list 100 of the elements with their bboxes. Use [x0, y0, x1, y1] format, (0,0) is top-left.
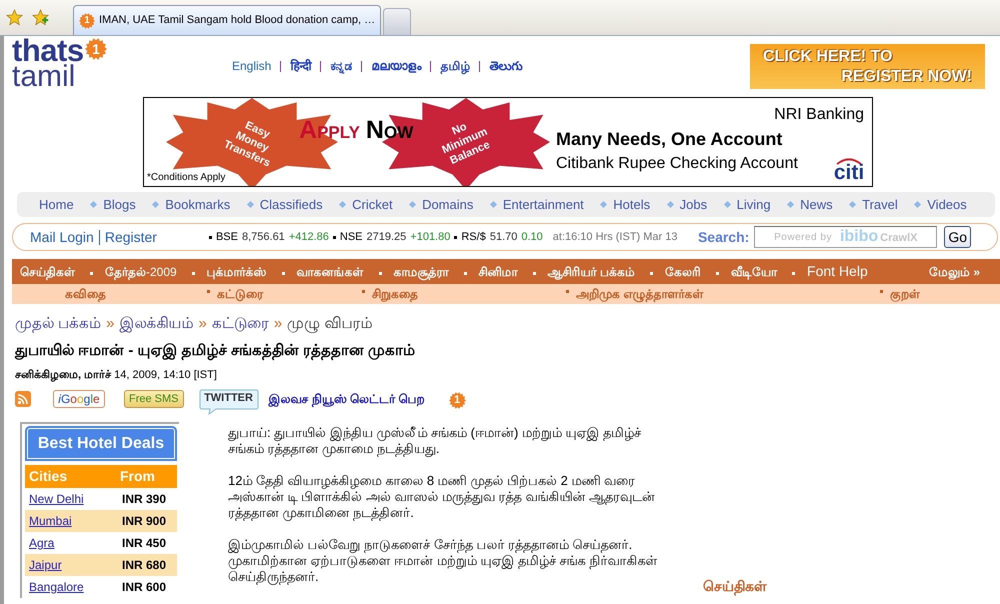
sub-nav-link[interactable]: அறிமுக எழுத்தாளர்கள் — [576, 285, 704, 303]
city-link[interactable]: Bangalore — [29, 578, 122, 596]
city-link[interactable]: Agra — [29, 534, 122, 552]
add-bookmark-icon[interactable] — [32, 9, 49, 26]
mail-login-link[interactable]: Mail Login — [30, 226, 94, 248]
ticker-time: at:16:10 Hrs (IST) Mar 13 — [552, 230, 678, 245]
bullet-icon — [464, 272, 467, 275]
diamond-bullet-icon — [600, 200, 608, 208]
section-link[interactable]: தேர்தல்-2009 — [105, 262, 177, 280]
bullet-icon — [454, 236, 458, 238]
ticker-change: +101.80 — [410, 230, 450, 245]
crawlx-logo: CrawlX — [880, 233, 918, 244]
nav-link[interactable]: Hotels — [613, 194, 650, 214]
ticker-label: NSE — [340, 230, 363, 245]
bullet-icon — [566, 290, 569, 293]
breadcrumb-separator: » — [198, 315, 207, 333]
nav-link[interactable]: Entertainment — [502, 194, 584, 214]
rss-icon[interactable] — [15, 391, 31, 407]
twitter-button[interactable]: TWITTER — [198, 389, 259, 415]
nav-link[interactable]: Living — [736, 194, 771, 214]
bullet-icon — [207, 290, 210, 293]
language-link[interactable]: తెలుగు — [489, 57, 522, 75]
free-sms-button[interactable]: Free SMS — [124, 390, 184, 408]
diamond-bullet-icon — [152, 200, 160, 208]
diamond-bullet-icon — [849, 200, 856, 208]
igoogle-button[interactable]: iGoogle — [53, 390, 105, 408]
breadcrumb-current: முழு விபரம் — [287, 315, 372, 333]
number-badge: 1 — [448, 392, 466, 409]
logo-text[interactable]: tamil — [12, 64, 76, 90]
section-link[interactable]: செய்திகள் — [20, 262, 75, 280]
nav-link[interactable]: Blogs — [103, 194, 136, 214]
more-link[interactable]: மேலும் » — [928, 262, 980, 280]
browser-tab[interactable] — [383, 8, 412, 35]
price-cell-text: INR 390 — [122, 491, 166, 508]
ticker-value: 51.70 — [490, 230, 518, 245]
diamond-bullet-icon — [914, 200, 922, 208]
logo-badge: 1 — [85, 38, 107, 60]
breadcrumb-separator: » — [106, 315, 115, 333]
register-link[interactable]: Register — [104, 226, 157, 248]
nav-link[interactable]: Domains — [422, 194, 474, 214]
sub-nav-link[interactable]: குறள் — [890, 285, 920, 303]
city-link[interactable]: New Delhi — [29, 490, 122, 508]
bookmark-star-icon[interactable] — [6, 9, 23, 26]
search-hint: Powered by — [774, 230, 832, 244]
diamond-bullet-icon — [666, 200, 674, 208]
breadcrumb-separator: » — [274, 315, 282, 333]
nav-link[interactable]: Bookmarks — [165, 194, 230, 214]
bullet-icon — [192, 272, 195, 275]
bullet-icon — [282, 272, 285, 275]
article-title: துபாயில் ஈமான் - யுஏஇ தமிழ்ச் சங்கத்தின் ரத்ததான முகாம் — [15, 341, 416, 360]
language-link[interactable]: ಕನ್ನಡ — [330, 57, 352, 75]
sub-nav-link[interactable]: சிறுகதை — [372, 285, 418, 303]
column-header: From — [120, 467, 155, 486]
go-button[interactable]: Go — [944, 226, 971, 248]
language-link[interactable]: മലയാളം — [371, 57, 422, 75]
nav-link[interactable]: Cricket — [352, 194, 393, 214]
section-link[interactable]: வீடியோ — [731, 262, 778, 280]
city-link[interactable]: Mumbai — [29, 512, 122, 530]
ticker-value: 8,756.61 — [242, 230, 285, 245]
bullet-icon — [90, 272, 93, 275]
newsletter-link[interactable]: இலவச நியூஸ் லெட்டர் பெற — [268, 390, 425, 408]
sub-nav-link[interactable]: கவிதை — [65, 285, 106, 303]
section-link[interactable]: கேலரி — [665, 262, 702, 280]
language-link[interactable]: English — [232, 57, 272, 75]
diamond-bullet-icon — [409, 200, 416, 208]
ad-subline: Citibank Rupee Checking Account — [556, 154, 798, 174]
bullet-icon — [362, 290, 365, 293]
nav-link[interactable]: News — [800, 194, 833, 214]
bullet-icon — [880, 290, 883, 293]
bullet-icon — [650, 272, 654, 275]
nav-link[interactable]: Travel — [862, 194, 898, 214]
breadcrumb-link[interactable]: கட்டுரை — [212, 315, 269, 333]
nav-link[interactable]: Classifieds — [260, 194, 323, 214]
section-link[interactable]: காமசூத்ரா — [394, 262, 449, 280]
ticker-change: 0.10 — [521, 230, 543, 245]
section-link[interactable]: சினிமா — [478, 262, 518, 280]
ticker-label: RS/$ — [461, 230, 486, 245]
section-link[interactable]: ஆசிரியர் பக்கம் — [548, 262, 636, 280]
price-cell-text: INR 600 — [122, 579, 166, 596]
breadcrumb-link[interactable]: இலக்கியம் — [120, 315, 194, 333]
logo-text[interactable]: thats — [12, 38, 84, 64]
ad-headline: Many Needs, One Account — [556, 128, 782, 151]
sub-nav-link[interactable]: கட்டுரை — [217, 285, 263, 303]
nav-link[interactable]: Jobs — [680, 194, 708, 214]
price-cell-text: INR 900 — [122, 513, 166, 530]
article-paragraph: துபாய்: துபாயில் இந்திய முஸ்லீ்ம் சங்கம் (ஈமான்) மற்றும் யுஏஇ தமிழ்ச் சங்கம் ரத்ததான முகாமை நடத்தியது. — [228, 425, 642, 457]
nav-link[interactable]: Home — [39, 194, 74, 214]
breadcrumb-link[interactable]: முதல் பக்கம் — [15, 315, 102, 333]
language-link[interactable]: हिन्दी — [290, 57, 312, 75]
language-link[interactable]: தமிழ் — [440, 57, 470, 75]
city-link[interactable]: Jaipur — [29, 556, 122, 574]
bullet-icon — [532, 272, 536, 275]
diamond-bullet-icon — [90, 200, 98, 208]
section-heading: செய்திகள் — [703, 577, 767, 597]
section-link[interactable]: Font Help — [807, 261, 868, 282]
ticker-value: 2719.25 — [366, 230, 406, 245]
browser-tab[interactable]: 1 IMAN, UAE Tamil Sangam hold Blood donation camp, … — [73, 5, 382, 35]
section-link[interactable]: வாகனங்கள் — [296, 262, 364, 280]
nav-link[interactable]: Videos — [927, 194, 967, 214]
section-link[interactable]: புக்மார்க்ஸ் — [206, 262, 267, 280]
